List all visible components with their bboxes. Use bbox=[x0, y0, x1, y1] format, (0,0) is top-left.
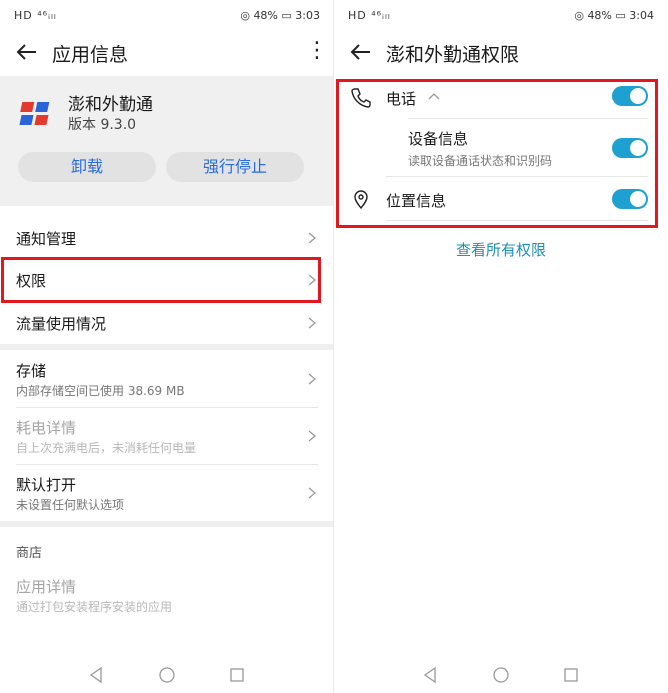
clock: 3:04 bbox=[629, 9, 654, 22]
page-title: 应用信息 bbox=[52, 44, 129, 66]
force-stop-button[interactable]: 强行停止 bbox=[166, 152, 304, 182]
nav-back-icon[interactable] bbox=[422, 666, 438, 684]
navigation-bar bbox=[0, 662, 334, 692]
location-status-icon: ◎ bbox=[240, 9, 250, 22]
chevron-right-icon bbox=[308, 373, 316, 385]
clock: 3:03 bbox=[295, 9, 320, 22]
row-label: 默认打开 bbox=[16, 476, 77, 494]
list-item-battery[interactable]: 耗电详情 自上次充满电后，未消耗任何电量 bbox=[0, 409, 334, 463]
app-info-screen: HD ⁴⁶ᵢₗₗ ◎ 48% ▭ 3:03 应用信息 ⋮ 澎和外勤通 版本 9.… bbox=[0, 0, 334, 693]
app-permissions-screen: HD ⁴⁶ᵢₗₗ ◎ 48% ▭ 3:04 澎和外勤通权限 电话 设备信息 读取… bbox=[334, 0, 668, 693]
status-bar: HD ⁴⁶ᵢₗₗ ◎ 48% ▭ 3:03 bbox=[0, 0, 334, 30]
location-status-icon: ◎ bbox=[574, 9, 584, 22]
nav-recents-icon[interactable] bbox=[229, 666, 245, 684]
app-info-card: 澎和外勤通 版本 9.3.0 卸载 强行停止 bbox=[0, 76, 334, 206]
back-arrow-icon[interactable] bbox=[14, 40, 40, 64]
list-item-app-details[interactable]: 应用详情 通过打包安装程序安装的应用 bbox=[0, 570, 334, 624]
row-sublabel: 内部存储空间已使用 38.69 MB bbox=[16, 384, 185, 398]
status-right: ◎ 48% ▭ 3:04 bbox=[574, 9, 654, 22]
app-logo-icon bbox=[19, 102, 50, 125]
row-sublabel: 未设置任何默认选项 bbox=[16, 498, 125, 512]
row-label: 耗电详情 bbox=[16, 419, 77, 437]
chevron-right-icon bbox=[308, 232, 316, 244]
nav-home-icon[interactable] bbox=[158, 666, 176, 684]
row-label: 通知管理 bbox=[16, 230, 77, 248]
nav-home-icon[interactable] bbox=[492, 666, 510, 684]
list-item-data-usage[interactable]: 流量使用情况 bbox=[0, 303, 334, 343]
app-version: 版本 9.3.0 bbox=[68, 117, 137, 133]
view-all-permissions-link[interactable]: 查看所有权限 bbox=[334, 239, 668, 260]
list-item-default-open[interactable]: 默认打开 未设置任何默认选项 bbox=[0, 466, 334, 520]
battery-icon: ▭ bbox=[615, 9, 626, 22]
nav-recents-icon[interactable] bbox=[563, 666, 579, 684]
list-item-notifications[interactable]: 通知管理 bbox=[0, 218, 334, 258]
back-arrow-icon[interactable] bbox=[348, 40, 374, 64]
chevron-right-icon bbox=[308, 487, 316, 499]
section-gap bbox=[0, 521, 334, 527]
uninstall-button[interactable]: 卸载 bbox=[18, 152, 156, 182]
status-network: HD ⁴⁶ᵢₗₗ bbox=[14, 9, 57, 22]
row-label: 流量使用情况 bbox=[16, 315, 107, 333]
more-options-icon[interactable]: ⋮ bbox=[306, 40, 328, 66]
row-label: 存储 bbox=[16, 362, 47, 380]
battery-percent: 48% bbox=[253, 9, 278, 22]
app-bar: 应用信息 ⋮ bbox=[0, 30, 334, 76]
status-bar: HD ⁴⁶ᵢₗₗ ◎ 48% ▭ 3:04 bbox=[334, 0, 668, 30]
row-sublabel: 自上次充满电后，未消耗任何电量 bbox=[16, 441, 197, 455]
divider bbox=[16, 407, 318, 408]
section-header-store: 商店 bbox=[16, 546, 43, 561]
chevron-right-icon bbox=[308, 317, 316, 329]
battery-icon: ▭ bbox=[281, 9, 292, 22]
battery-percent: 48% bbox=[587, 9, 612, 22]
list-item-storage[interactable]: 存储 内部存储空间已使用 38.69 MB bbox=[0, 352, 334, 406]
section-gap bbox=[0, 344, 334, 350]
chevron-right-icon bbox=[308, 430, 316, 442]
row-label: 应用详情 bbox=[16, 578, 77, 596]
status-right: ◎ 48% ▭ 3:03 bbox=[240, 9, 320, 22]
app-name: 澎和外勤通 bbox=[68, 95, 153, 115]
highlight-box bbox=[336, 79, 658, 228]
row-sublabel: 通过打包安装程序安装的应用 bbox=[16, 600, 173, 614]
highlight-box bbox=[1, 257, 321, 303]
page-title: 澎和外勤通权限 bbox=[386, 44, 520, 66]
status-network: HD ⁴⁶ᵢₗₗ bbox=[348, 9, 391, 22]
divider bbox=[16, 464, 318, 465]
navigation-bar bbox=[334, 662, 668, 692]
app-bar: 澎和外勤通权限 bbox=[334, 30, 668, 76]
nav-back-icon[interactable] bbox=[88, 666, 104, 684]
